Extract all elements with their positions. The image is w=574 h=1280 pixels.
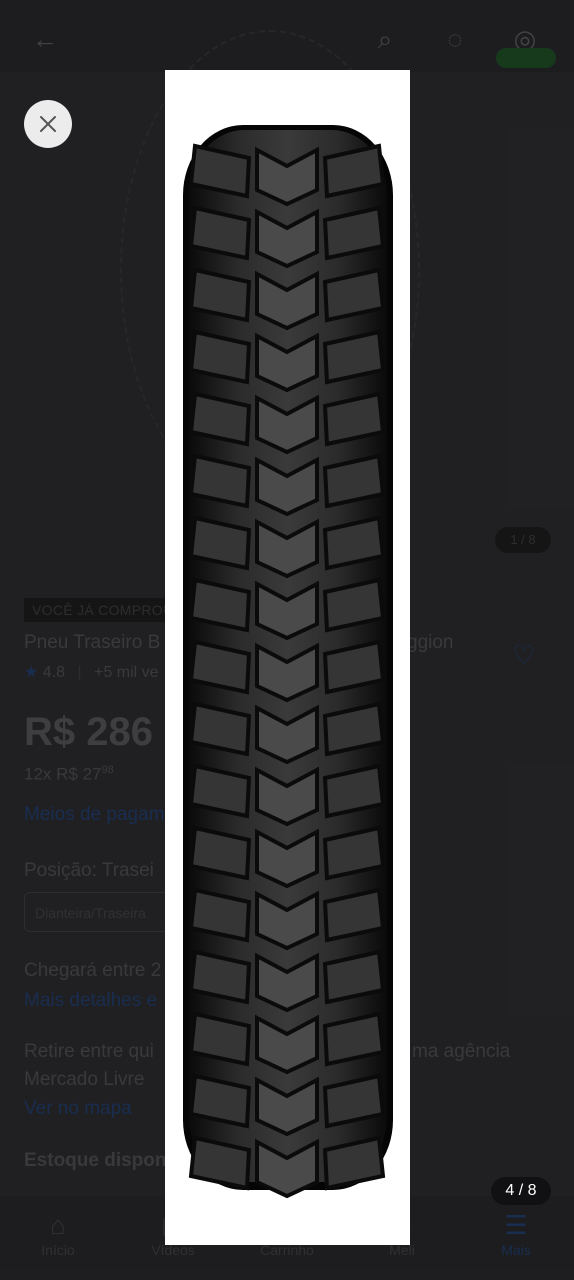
tire-image <box>183 125 393 1199</box>
tread-pattern <box>188 143 386 1199</box>
close-button[interactable] <box>24 100 72 148</box>
image-pager: 4 / 8 <box>491 1177 551 1205</box>
close-icon <box>40 116 56 132</box>
image-viewer[interactable] <box>165 70 410 1245</box>
